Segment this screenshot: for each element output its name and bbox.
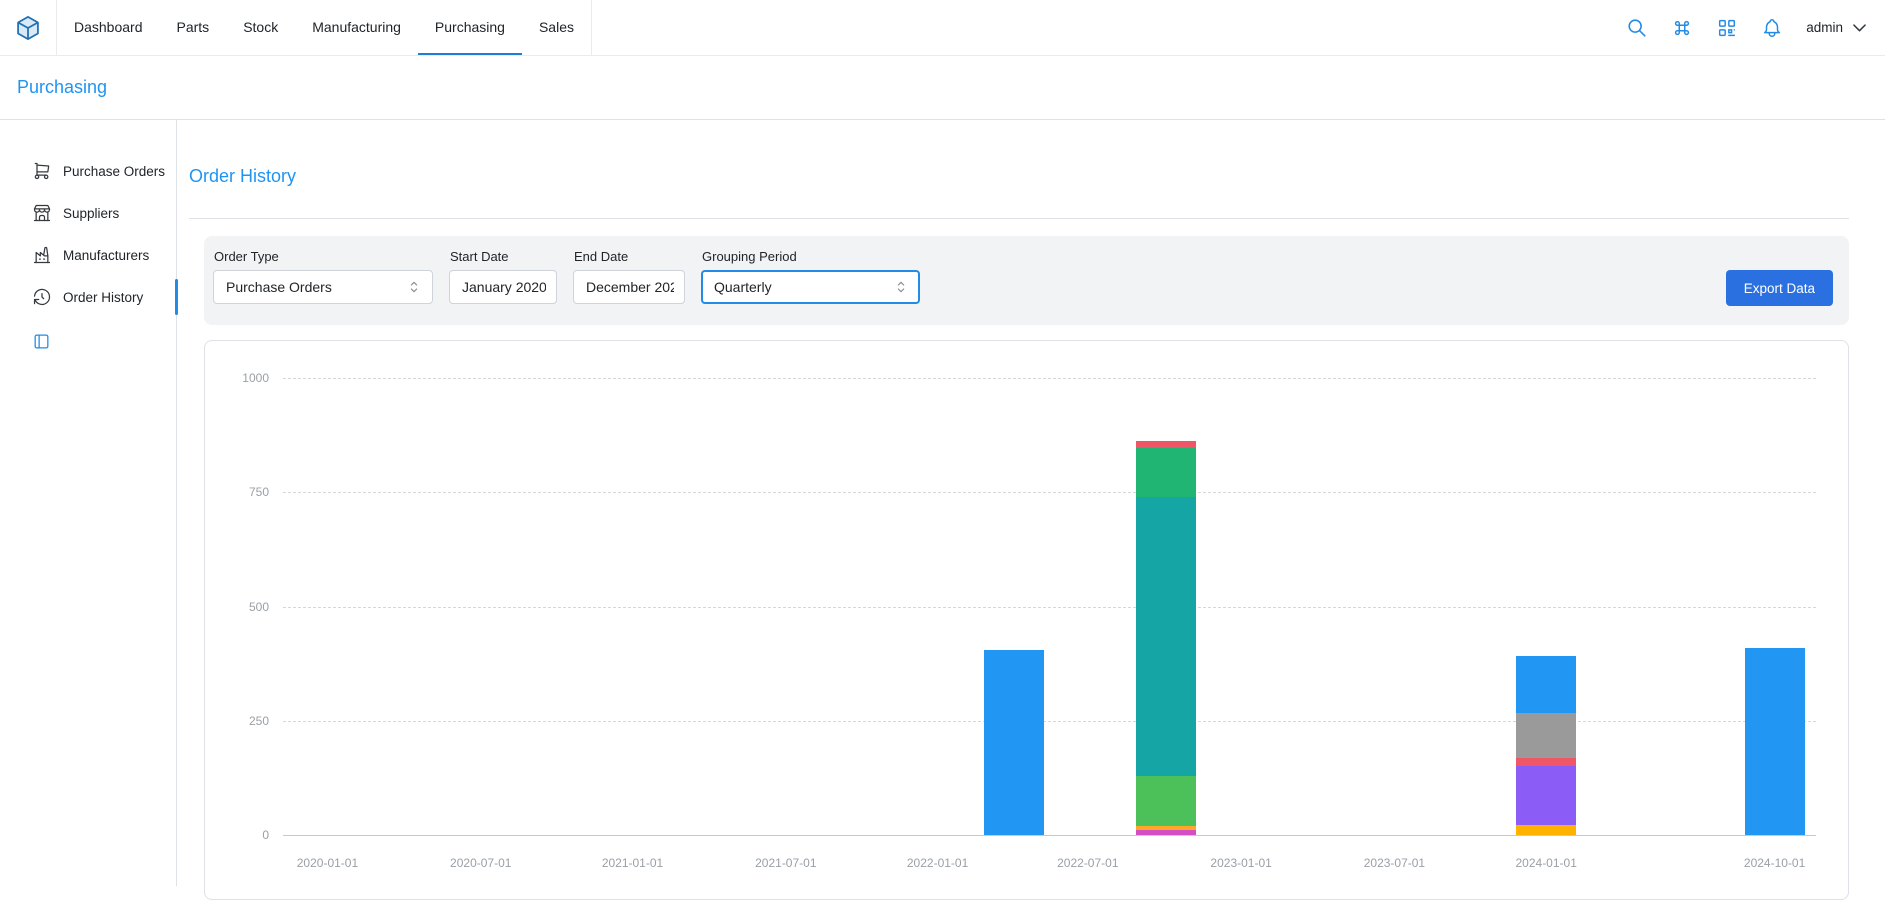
breadcrumb-page-title[interactable]: Purchasing bbox=[17, 77, 107, 98]
nav-tab-dashboard[interactable]: Dashboard bbox=[57, 0, 160, 55]
x-axis-tick-label: 2021-01-01 bbox=[602, 856, 663, 870]
export-data-button[interactable]: Export Data bbox=[1726, 270, 1833, 306]
gridline bbox=[283, 378, 1816, 379]
content-area: Purchase Orders Suppliers bbox=[0, 120, 1885, 906]
section-divider bbox=[189, 218, 1849, 219]
stacked-bar-2022-04-01[interactable] bbox=[984, 650, 1044, 835]
bell-icon[interactable] bbox=[1761, 17, 1783, 39]
nav-tab-sales[interactable]: Sales bbox=[522, 0, 591, 55]
order-type-field: Order Type Purchase Orders bbox=[213, 249, 433, 304]
sidebar-item-label: Purchase Orders bbox=[63, 164, 165, 179]
qrcode-icon[interactable] bbox=[1716, 17, 1738, 39]
sidebar-item-suppliers[interactable]: Suppliers bbox=[0, 192, 176, 234]
start-date-field: Start Date bbox=[449, 249, 557, 304]
user-name: admin bbox=[1806, 20, 1843, 35]
x-axis-tick-label: 2023-07-01 bbox=[1364, 856, 1425, 870]
bar-segment bbox=[984, 650, 1044, 835]
user-menu[interactable]: admin bbox=[1806, 18, 1869, 37]
sidebar-item-manufacturers[interactable]: Manufacturers bbox=[0, 234, 176, 276]
building-store-icon bbox=[32, 203, 52, 223]
order-history-chart[interactable]: 025050075010002020-01-012020-07-012021-0… bbox=[283, 378, 1816, 835]
gridline bbox=[283, 835, 1816, 836]
start-date-input[interactable] bbox=[449, 270, 557, 304]
x-axis-tick-label: 2020-01-01 bbox=[297, 856, 358, 870]
selector-icon bbox=[893, 279, 909, 295]
stacked-bar-2024-10-01[interactable] bbox=[1745, 648, 1805, 835]
selector-icon bbox=[406, 279, 422, 295]
x-axis-tick-label: 2020-07-01 bbox=[450, 856, 511, 870]
x-axis-tick-label: 2024-10-01 bbox=[1744, 856, 1805, 870]
shopping-cart-icon bbox=[32, 161, 52, 181]
sidebar-collapse-icon[interactable] bbox=[32, 332, 51, 351]
sidebar-item-label: Manufacturers bbox=[63, 248, 149, 263]
start-date-label: Start Date bbox=[449, 249, 557, 264]
grouping-period-select[interactable]: Quarterly bbox=[701, 270, 920, 304]
x-axis-tick-label: 2021-07-01 bbox=[755, 856, 816, 870]
sidebar-item-order-history[interactable]: Order History bbox=[0, 276, 176, 318]
bar-segment bbox=[1136, 448, 1196, 497]
history-icon bbox=[32, 287, 52, 307]
end-date-input[interactable] bbox=[573, 270, 685, 304]
nav-tab-purchasing[interactable]: Purchasing bbox=[418, 0, 522, 55]
main-panel: Order History Order Type Purchase Orders bbox=[177, 120, 1885, 906]
grouping-period-value: Quarterly bbox=[714, 279, 772, 295]
bar-segment bbox=[1136, 830, 1196, 835]
stacked-bar-2024-01-01[interactable] bbox=[1516, 656, 1576, 835]
nav-tab-stock[interactable]: Stock bbox=[226, 0, 295, 55]
building-factory-icon bbox=[32, 245, 52, 265]
sidebar-item-label: Suppliers bbox=[63, 206, 119, 221]
x-axis-tick-label: 2024-01-01 bbox=[1515, 856, 1576, 870]
bar-segment bbox=[1136, 776, 1196, 826]
main-nav-tabs: Dashboard Parts Stock Manufacturing Purc… bbox=[56, 0, 592, 55]
order-type-label: Order Type bbox=[213, 249, 433, 264]
bar-segment bbox=[1516, 713, 1576, 759]
command-icon[interactable] bbox=[1671, 17, 1693, 39]
app-logo-icon[interactable] bbox=[0, 0, 56, 55]
sidebar-item-purchase-orders[interactable]: Purchase Orders bbox=[0, 150, 176, 192]
nav-tab-manufacturing[interactable]: Manufacturing bbox=[295, 0, 418, 55]
order-type-value: Purchase Orders bbox=[226, 279, 332, 295]
y-axis-tick-label: 0 bbox=[207, 828, 269, 842]
gridline bbox=[283, 492, 1816, 493]
bar-segment bbox=[1745, 648, 1805, 835]
search-icon[interactable] bbox=[1626, 17, 1648, 39]
sidebar-item-label: Order History bbox=[63, 290, 143, 305]
chevron-down-icon bbox=[1850, 18, 1869, 37]
bar-segment bbox=[1516, 758, 1576, 766]
sidebar: Purchase Orders Suppliers bbox=[0, 120, 177, 886]
bar-segment bbox=[1516, 825, 1576, 835]
chart-panel: 0 250 500 750 1000 2020-01-01 2020-07-01 2021-0… bbox=[204, 340, 1849, 900]
end-date-field: End Date bbox=[573, 249, 685, 304]
grouping-period-label: Grouping Period bbox=[701, 249, 920, 264]
order-type-select[interactable]: Purchase Orders bbox=[213, 270, 433, 304]
y-axis-tick-label: 750 bbox=[207, 485, 269, 499]
x-axis-tick-label: 2022-07-01 bbox=[1057, 856, 1118, 870]
gridline bbox=[283, 607, 1816, 608]
gridline bbox=[283, 721, 1816, 722]
y-axis-tick-label: 250 bbox=[207, 714, 269, 728]
top-navbar: Dashboard Parts Stock Manufacturing Purc… bbox=[0, 0, 1885, 56]
nav-tab-parts[interactable]: Parts bbox=[160, 0, 227, 55]
app-window: Dashboard Parts Stock Manufacturing Purc… bbox=[0, 0, 1885, 906]
bar-segment bbox=[1516, 656, 1576, 713]
y-axis-tick-label: 500 bbox=[207, 600, 269, 614]
bar-segment bbox=[1136, 497, 1196, 776]
end-date-label: End Date bbox=[573, 249, 685, 264]
filter-panel: Order Type Purchase Orders Start Date bbox=[204, 236, 1849, 325]
bar-segment bbox=[1516, 766, 1576, 825]
x-axis-tick-label: 2022-01-01 bbox=[907, 856, 968, 870]
x-axis-tick-label: 2023-01-01 bbox=[1210, 856, 1271, 870]
grouping-period-field: Grouping Period Quarterly bbox=[701, 249, 920, 304]
y-axis-tick-label: 1000 bbox=[207, 371, 269, 385]
navbar-actions: admin bbox=[1626, 0, 1885, 55]
page-header: Purchasing bbox=[0, 56, 1885, 120]
stacked-bar-2022-10-01[interactable] bbox=[1136, 441, 1196, 835]
section-title: Order History bbox=[189, 166, 296, 187]
